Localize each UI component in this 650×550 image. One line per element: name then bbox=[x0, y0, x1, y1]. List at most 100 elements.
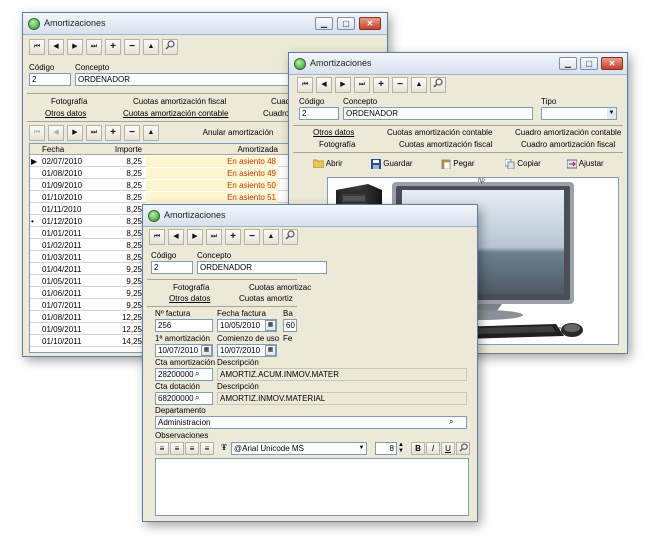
tab-otros-datos[interactable]: Otros datos bbox=[169, 294, 210, 303]
tab-cuotas-contable[interactable]: Cuotas amortización contable bbox=[123, 109, 228, 118]
codigo-field[interactable]: 2 bbox=[151, 261, 193, 274]
last-record-button[interactable]: ⏭ bbox=[86, 39, 102, 55]
tipo-select[interactable] bbox=[541, 107, 617, 120]
font-size-field[interactable]: 8 bbox=[375, 442, 397, 455]
observaciones-textarea[interactable] bbox=[155, 458, 469, 516]
calendar-icon[interactable]: ▦ bbox=[265, 345, 276, 356]
last-record-button[interactable]: ⏭ bbox=[206, 229, 222, 245]
add-row-button[interactable]: + bbox=[105, 125, 121, 141]
next-record-button[interactable]: ▶ bbox=[335, 77, 351, 93]
maximize-button[interactable]: ▢ bbox=[337, 17, 355, 30]
pegar-button[interactable]: Pegar bbox=[441, 157, 497, 172]
abrir-button[interactable]: Abrir bbox=[303, 157, 361, 172]
prev-row-button[interactable]: ◀ bbox=[48, 125, 64, 141]
anular-amortizacion-button[interactable]: Anular amortización bbox=[173, 126, 303, 141]
first-record-button[interactable]: ⏮ bbox=[29, 39, 45, 55]
first-row-button[interactable]: ⏮ bbox=[29, 125, 45, 141]
concepto-field[interactable]: ORDENADOR bbox=[197, 261, 327, 274]
search-icon[interactable]: ⌕ bbox=[195, 393, 199, 403]
departamento-field[interactable]: Administracion bbox=[155, 416, 467, 429]
chevron-down-icon[interactable]: ▼ bbox=[357, 443, 366, 454]
row-marker bbox=[31, 264, 41, 275]
record-nav-toolbar: ⏮ ◀ ▶ ⏭ + − ▲ bbox=[297, 77, 446, 95]
maximize-button[interactable]: ▢ bbox=[580, 57, 598, 70]
next-row-button[interactable]: ▶ bbox=[67, 125, 83, 141]
delete-row-button[interactable]: − bbox=[124, 125, 140, 141]
prev-record-button[interactable]: ◀ bbox=[48, 39, 64, 55]
tab-cuotas-contable[interactable]: Cuotas amortización contable bbox=[387, 128, 492, 137]
tab-cuotas-fiscal[interactable]: Cuotas amortización fiscal bbox=[399, 140, 492, 149]
prev-record-button[interactable]: ◀ bbox=[316, 77, 332, 93]
add-record-button[interactable]: + bbox=[105, 39, 121, 55]
minimize-button[interactable]: ▁ bbox=[315, 17, 333, 30]
concepto-field[interactable]: ORDENADOR bbox=[343, 107, 533, 120]
n-factura-field[interactable]: 256 bbox=[155, 319, 213, 332]
tab-cuotas-amortizac[interactable]: Cuotas amortizac bbox=[249, 283, 311, 292]
minimize-button[interactable]: ▁ bbox=[559, 57, 577, 70]
col-importe-header[interactable]: Importe bbox=[102, 144, 142, 155]
tab-fotografia[interactable]: Fotografía bbox=[173, 283, 209, 292]
up-button[interactable]: ▲ bbox=[263, 229, 279, 245]
tab-cuadro-contable[interactable]: Cuadro amortización contable bbox=[515, 128, 621, 137]
bold-button[interactable]: B bbox=[411, 442, 425, 455]
tab-cuotas-fiscal[interactable]: Cuotas amortización fiscal bbox=[133, 97, 226, 106]
chevron-down-icon[interactable]: ▼ bbox=[607, 108, 616, 119]
grid-nav-toolbar: ⏮ ◀ ▶ ⏭ + − ▲ bbox=[29, 125, 159, 143]
last-record-button[interactable]: ⏭ bbox=[354, 77, 370, 93]
search-button[interactable] bbox=[430, 77, 446, 93]
row-marker bbox=[31, 336, 41, 347]
align-center-button[interactable]: ≡ bbox=[170, 442, 184, 455]
up-row-button[interactable]: ▲ bbox=[143, 125, 159, 141]
add-record-button[interactable]: + bbox=[373, 77, 389, 93]
first-record-button[interactable]: ⏮ bbox=[297, 77, 313, 93]
up-button[interactable]: ▲ bbox=[411, 77, 427, 93]
col-fecha-header[interactable]: Fecha bbox=[42, 144, 102, 155]
first-record-button[interactable]: ⏮ bbox=[149, 229, 165, 245]
ba-field[interactable]: 60 bbox=[283, 319, 297, 332]
delete-record-button[interactable]: − bbox=[392, 77, 408, 93]
tab-fotografia[interactable]: Fotografía bbox=[51, 97, 87, 106]
last-row-button[interactable]: ⏭ bbox=[86, 125, 102, 141]
cta-amortizacion-field[interactable]: 28200000 bbox=[155, 368, 213, 381]
tab-cuotas-contable[interactable]: Cuotas amortiz bbox=[239, 294, 293, 303]
ajustar-button[interactable]: Ajustar bbox=[567, 157, 623, 172]
add-record-button[interactable]: + bbox=[225, 229, 241, 245]
row-marker bbox=[31, 312, 41, 323]
calendar-icon[interactable]: ▦ bbox=[201, 345, 212, 356]
delete-record-button[interactable]: − bbox=[124, 39, 140, 55]
delete-record-button[interactable]: − bbox=[244, 229, 260, 245]
codigo-field[interactable]: 2 bbox=[29, 73, 71, 86]
underline-button[interactable]: U bbox=[441, 442, 455, 455]
title-bar[interactable]: Amortizaciones ▁ ▢ ✕ bbox=[23, 13, 387, 35]
title-bar[interactable]: Amortizaciones ▁ ▢ ✕ bbox=[289, 53, 627, 75]
spinner-icon[interactable]: ▲ ▼ bbox=[398, 442, 404, 454]
tab-otros-datos[interactable]: Otros datos bbox=[45, 109, 86, 118]
tab-fotografia[interactable]: Fotografía bbox=[319, 140, 355, 149]
search-button[interactable] bbox=[162, 39, 178, 55]
search-button[interactable] bbox=[282, 229, 298, 245]
col-amortizada-header[interactable]: Amortizada bbox=[146, 144, 278, 155]
prev-record-button[interactable]: ◀ bbox=[168, 229, 184, 245]
guardar-button[interactable]: Guardar bbox=[371, 157, 433, 172]
close-button[interactable]: ✕ bbox=[601, 57, 623, 70]
cta-dotacion-field[interactable]: 68200000 bbox=[155, 392, 213, 405]
align-right-button[interactable]: ≡ bbox=[185, 442, 199, 455]
codigo-field[interactable]: 2 bbox=[299, 107, 339, 120]
copiar-button[interactable]: Copiar bbox=[505, 157, 561, 172]
search-icon[interactable]: ⌕ bbox=[449, 417, 453, 427]
next-record-button[interactable]: ▶ bbox=[67, 39, 83, 55]
font-select[interactable]: @Arial Unicode MS bbox=[231, 442, 367, 455]
title-bar[interactable]: Amortizaciones bbox=[143, 205, 477, 227]
next-record-button[interactable]: ▶ bbox=[187, 229, 203, 245]
up-button[interactable]: ▲ bbox=[143, 39, 159, 55]
tab-cuadro-2[interactable]: Cuadro bbox=[263, 109, 289, 118]
justify-button[interactable]: ≡ bbox=[200, 442, 214, 455]
tab-cuadro-fiscal[interactable]: Cuadro amortización fiscal bbox=[521, 140, 615, 149]
search-icon[interactable]: ⌕ bbox=[195, 369, 199, 379]
calendar-icon[interactable]: ▦ bbox=[265, 320, 276, 331]
color-button[interactable] bbox=[456, 442, 470, 455]
close-button[interactable]: ✕ bbox=[359, 17, 381, 30]
italic-button[interactable]: I bbox=[426, 442, 440, 455]
align-left-button[interactable]: ≡ bbox=[155, 442, 169, 455]
tab-otros-datos[interactable]: Otros datos bbox=[313, 128, 354, 137]
